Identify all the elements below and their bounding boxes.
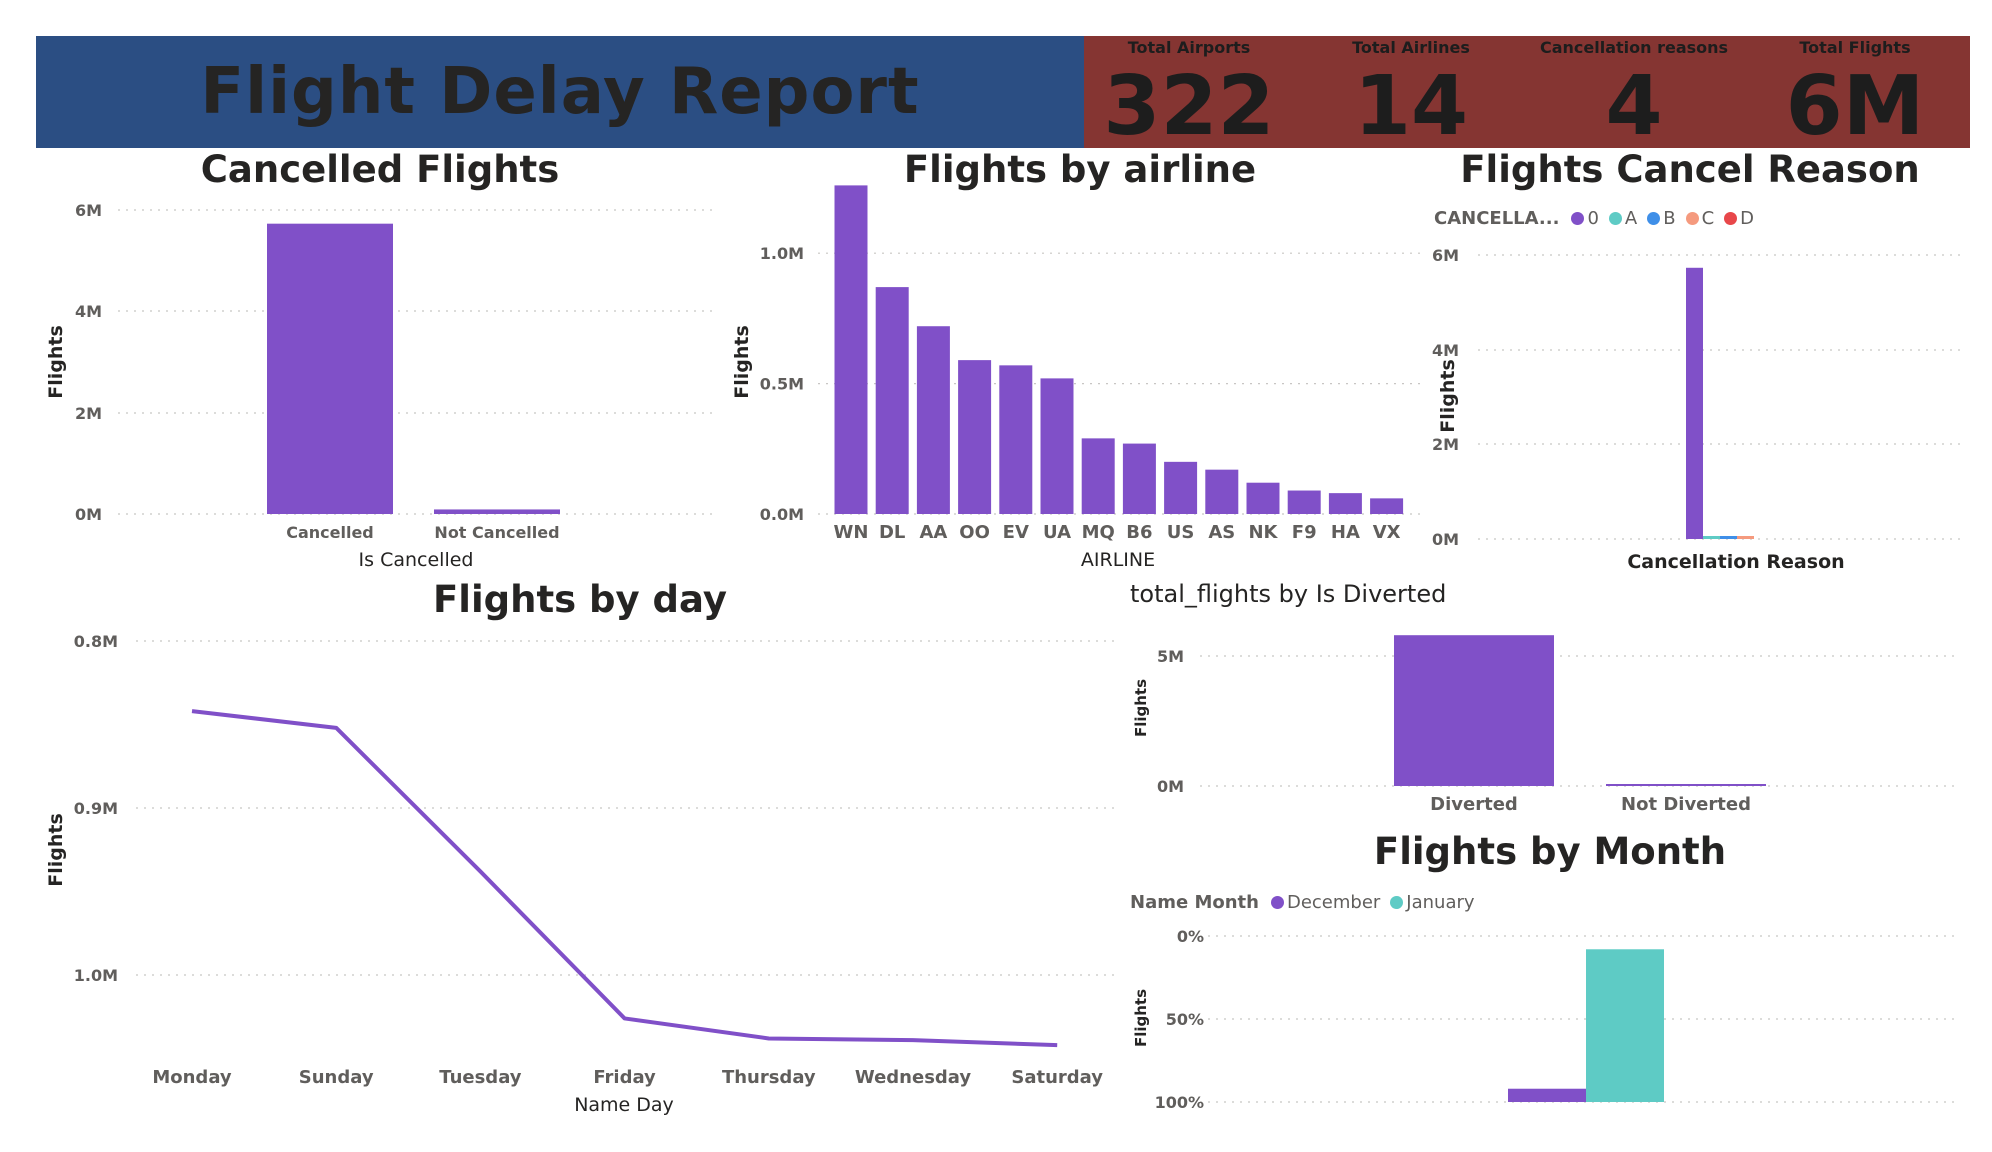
- airline-bar-AS: [1205, 469, 1239, 514]
- diverted-bar-0: [1394, 635, 1554, 786]
- day-x-axis-label: Name Day: [574, 1094, 674, 1116]
- airline-bar-VX: [1370, 498, 1404, 514]
- diverted-ytick-label: 0M: [1157, 777, 1184, 796]
- airline-bar-US: [1164, 461, 1198, 514]
- day-x-tick-label: Saturday: [1011, 1067, 1103, 1088]
- cancelled-ytick-label: 2M: [75, 404, 102, 423]
- day-x-tick-label: Monday: [152, 1067, 232, 1088]
- cancel-reason-bar-2: [1720, 536, 1737, 539]
- cancelled-x-tick-label: Cancelled: [286, 523, 374, 542]
- airline-x-axis-label: AIRLINE: [1081, 549, 1155, 571]
- airline-x-tick-label: VX: [1373, 522, 1401, 543]
- day-ytick-label: 0.8M: [74, 632, 118, 651]
- airline-x-tick-label: DL: [879, 522, 905, 543]
- airline-bar-AA: [916, 326, 950, 514]
- day-x-tick-label: Thursday: [722, 1067, 816, 1088]
- day-x-tick-label: Sunday: [299, 1067, 374, 1088]
- airline-x-tick-label: US: [1167, 522, 1195, 543]
- airline-x-tick-label: AS: [1208, 522, 1235, 543]
- cancelled-bar-0: [267, 223, 393, 514]
- airline-ytick-label: 0.5M: [760, 375, 804, 394]
- airline-bar-EV: [999, 365, 1033, 514]
- airline-bar-MQ: [1081, 438, 1115, 514]
- airline-x-tick-label: UA: [1043, 522, 1071, 543]
- airline-bar-UA: [1040, 378, 1074, 514]
- diverted-x-tick-label: Not Diverted: [1621, 794, 1751, 815]
- airline-bar-DL: [875, 287, 909, 514]
- day-x-tick-label: Friday: [593, 1067, 656, 1088]
- airline-bar-B6: [1122, 443, 1156, 514]
- airline-y-axis-label: Flights: [731, 325, 753, 399]
- cancelled-ytick-label: 4M: [75, 302, 102, 321]
- day-y-axis-label: Flights: [45, 813, 67, 887]
- airline-bar-HA: [1328, 493, 1362, 514]
- airline-x-tick-label: B6: [1126, 522, 1152, 543]
- cancel-reason-bar-1: [1703, 536, 1720, 539]
- airline-x-tick-label: NK: [1248, 522, 1278, 543]
- cancel-reason-ytick-label: 4M: [1432, 341, 1459, 360]
- airline-bar-NK: [1246, 482, 1280, 514]
- diverted-x-tick-label: Diverted: [1430, 794, 1518, 815]
- airline-ytick-label: 0.0M: [760, 505, 804, 524]
- airline-x-tick-label: AA: [919, 522, 947, 543]
- cancel-reason-y-axis-label: Flights: [1437, 359, 1459, 433]
- month-y-axis-label: Flights: [1132, 989, 1150, 1047]
- month-ytick-label: 100%: [1155, 1093, 1204, 1112]
- diverted-ytick-label: 5M: [1157, 647, 1184, 666]
- airline-x-tick-label: OO: [959, 522, 990, 543]
- day-x-tick-label: Tuesday: [439, 1067, 522, 1088]
- cancelled-x-tick-label: Not Cancelled: [434, 523, 559, 542]
- charts-canvas: 0M 2M 4M 6M Cancelled Not Cancelled Is Cancell…: [45, 185, 1960, 1116]
- month-bar-december: [1508, 1088, 1586, 1102]
- cancel-reason-bar-0: [1686, 267, 1703, 539]
- airline-x-tick-label: MQ: [1082, 522, 1115, 543]
- day-series-line: [191, 709, 1058, 1048]
- airline-x-tick-label: EV: [1003, 522, 1029, 543]
- cancel-reason-ytick-label: 6M: [1432, 246, 1459, 265]
- cancel-reason-bar-3: [1737, 536, 1754, 539]
- airline-ytick-label: 1.0M: [760, 244, 804, 263]
- airline-x-tick-label: WN: [834, 522, 869, 543]
- cancelled-ytick-label: 0M: [75, 505, 102, 524]
- day-ytick-label: 0.9M: [74, 799, 118, 818]
- cancelled-bar-1: [434, 509, 560, 514]
- airline-x-tick-label: F9: [1292, 522, 1317, 543]
- cancel-reason-ytick-label: 2M: [1432, 435, 1459, 454]
- diverted-y-axis-label: Flights: [1132, 679, 1150, 737]
- day-ytick-label: 1.0M: [74, 966, 118, 985]
- cancelled-y-axis-label: Flights: [45, 325, 67, 399]
- airline-bar-OO: [958, 360, 992, 514]
- cancel-reason-ytick-label: 0M: [1432, 530, 1459, 549]
- month-bar-january: [1586, 949, 1664, 1102]
- cancelled-ytick-label: 6M: [75, 201, 102, 220]
- diverted-bar-1: [1606, 784, 1766, 786]
- month-ytick-label: 0%: [1177, 927, 1204, 946]
- cancelled-x-axis-label: Is Cancelled: [359, 549, 474, 571]
- airline-x-tick-label: HA: [1331, 522, 1360, 543]
- month-ytick-label: 50%: [1166, 1010, 1204, 1029]
- day-x-tick-label: Wednesday: [855, 1067, 972, 1088]
- airline-bar-WN: [834, 185, 868, 514]
- airline-bar-F9: [1287, 490, 1321, 514]
- cancel-reason-x-axis-label: Cancellation Reason: [1627, 551, 1844, 573]
